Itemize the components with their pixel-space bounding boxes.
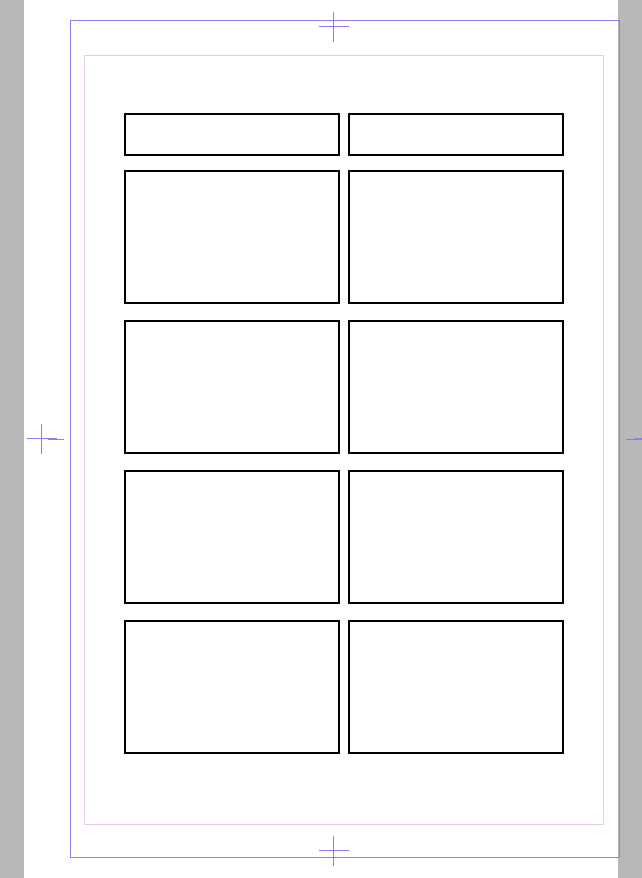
- page-canvas[interactable]: [24, 0, 618, 878]
- fold-tick-left: [48, 439, 64, 440]
- label-frame[interactable]: [124, 320, 340, 454]
- label-frame[interactable]: [348, 620, 564, 754]
- fold-tick-right: [626, 439, 642, 440]
- label-frame[interactable]: [124, 620, 340, 754]
- label-frame[interactable]: [124, 470, 340, 604]
- label-frame[interactable]: [348, 320, 564, 454]
- label-frame[interactable]: [124, 170, 340, 304]
- label-frame[interactable]: [124, 113, 340, 156]
- label-frame[interactable]: [348, 470, 564, 604]
- label-frame[interactable]: [348, 113, 564, 156]
- label-frame[interactable]: [348, 170, 564, 304]
